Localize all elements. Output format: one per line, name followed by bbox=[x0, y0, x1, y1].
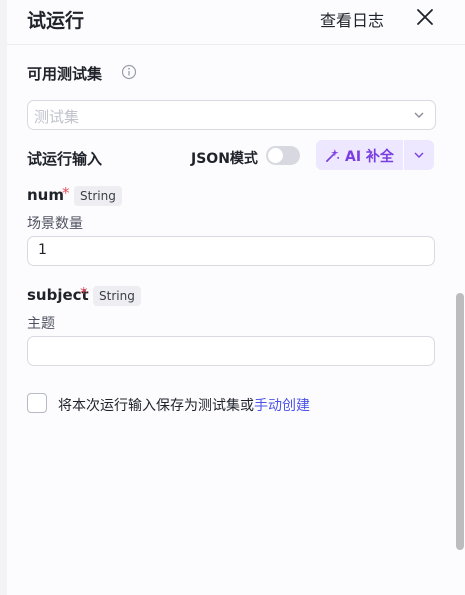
subject-input[interactable] bbox=[27, 336, 435, 366]
type-tag: String bbox=[93, 286, 141, 306]
testset-select[interactable]: 测试集 bbox=[27, 100, 436, 130]
required-mark: * bbox=[80, 284, 88, 302]
panel-title: 试运行 bbox=[27, 10, 85, 32]
field-name-num: num bbox=[27, 186, 64, 204]
json-mode-label: JSON模式 bbox=[191, 151, 258, 167]
ai-complete-button[interactable]: AI 补全 bbox=[316, 140, 403, 170]
scrollbar-thumb[interactable] bbox=[456, 293, 464, 550]
save-testset-text: 将本次运行输入保存为测试集或手动创建 bbox=[58, 395, 310, 415]
info-icon bbox=[121, 64, 137, 80]
test-run-panel: 试运行 查看日志 可用测试集 测试集 试运行输入 JSON模式 AI 补全 nu… bbox=[7, 0, 465, 595]
toggle-knob bbox=[268, 148, 283, 163]
manual-create-link[interactable]: 手动创建 bbox=[254, 398, 310, 414]
field-description: 主题 bbox=[27, 316, 55, 332]
input-value: 1 bbox=[38, 242, 47, 258]
required-mark: * bbox=[62, 184, 70, 202]
field-description: 场景数量 bbox=[27, 216, 83, 232]
ai-options-dropdown[interactable] bbox=[404, 140, 434, 170]
chevron-down-icon bbox=[414, 152, 424, 158]
chevron-down-icon bbox=[414, 112, 424, 118]
testset-placeholder: 测试集 bbox=[34, 108, 80, 126]
sparkle-icon bbox=[326, 148, 340, 162]
close-icon[interactable] bbox=[416, 8, 434, 26]
run-input-label: 试运行输入 bbox=[27, 150, 103, 168]
panel-header: 试运行 查看日志 bbox=[7, 0, 465, 45]
type-tag: String bbox=[74, 186, 122, 206]
view-log-button[interactable]: 查看日志 bbox=[320, 7, 384, 31]
json-mode-toggle[interactable] bbox=[266, 146, 300, 165]
ai-complete-label: AI 补全 bbox=[345, 149, 394, 165]
num-input[interactable]: 1 bbox=[27, 236, 435, 266]
save-testset-checkbox[interactable] bbox=[27, 393, 47, 413]
testset-label: 可用测试集 bbox=[27, 65, 103, 83]
save-testset-label: 将本次运行输入保存为测试集或 bbox=[58, 398, 254, 414]
